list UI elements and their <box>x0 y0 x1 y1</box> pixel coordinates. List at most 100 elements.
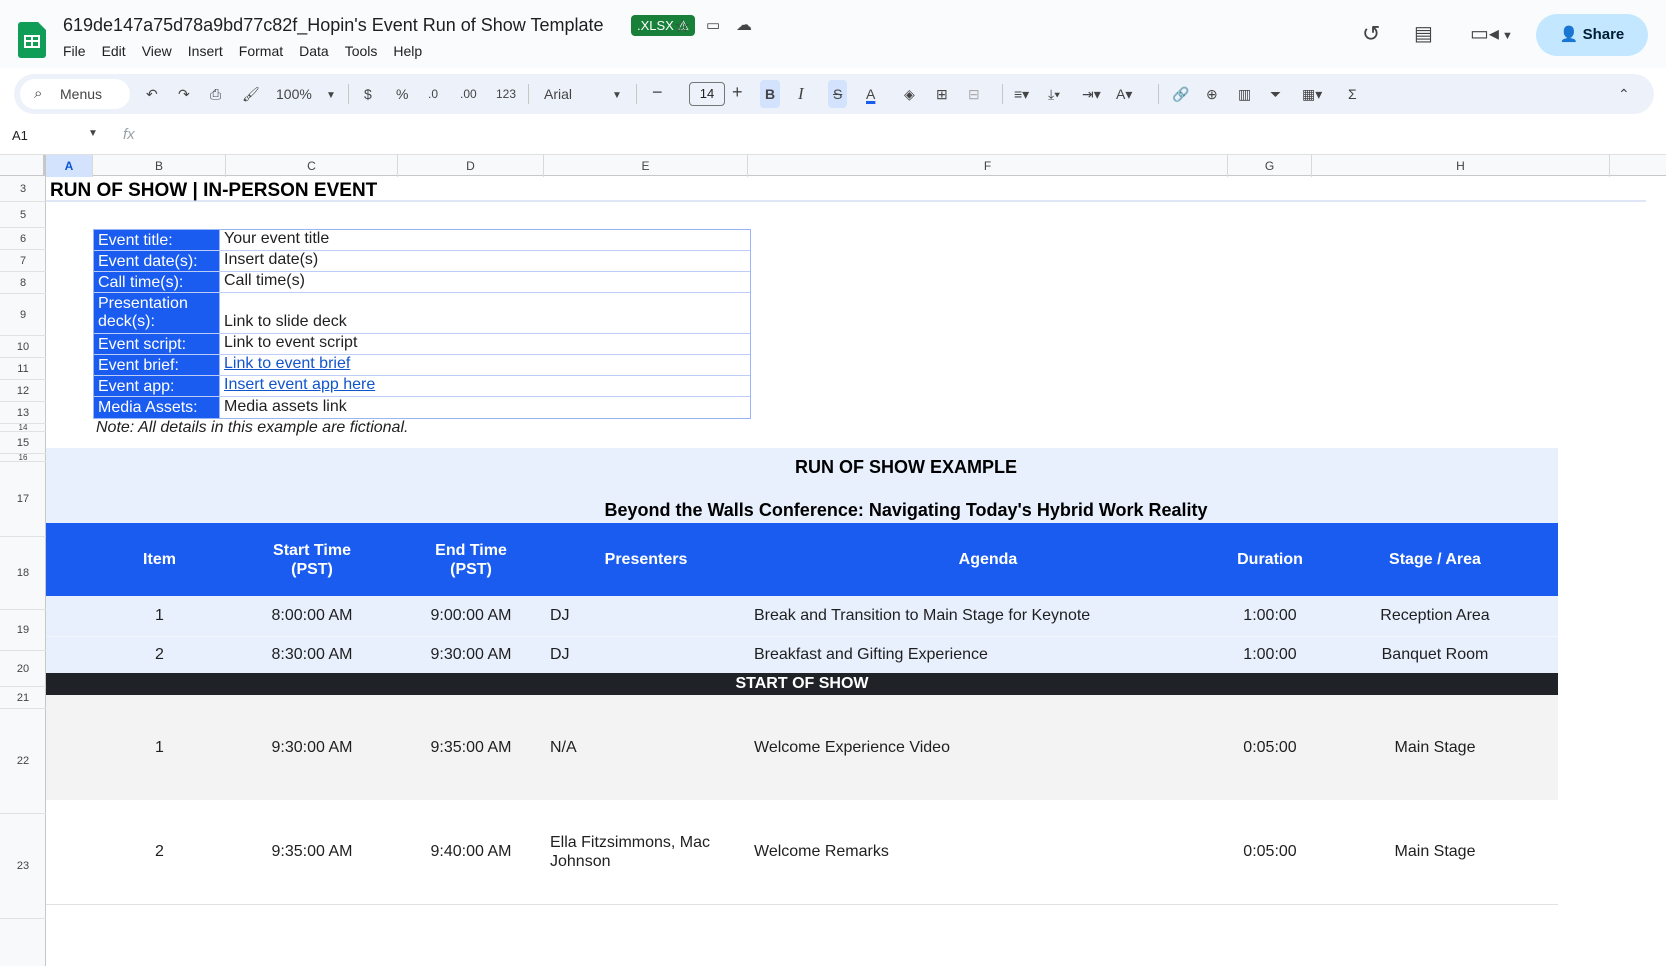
sheet-title[interactable]: RUN OF SHOW | IN-PERSON EVENT <box>50 180 377 202</box>
row-header[interactable]: 11 <box>0 358 46 380</box>
share-button[interactable]: 👤 Share <box>1536 14 1648 56</box>
cell-agenda[interactable]: Breakfast and Gifting Experience <box>748 637 1228 673</box>
zoom-select[interactable]: 100% <box>276 84 312 104</box>
cell-duration[interactable]: 0:05:00 <box>1228 695 1312 800</box>
cell-item[interactable]: 2 <box>93 800 226 904</box>
text-rotation-icon[interactable]: A▾ <box>1116 84 1132 104</box>
menu-view[interactable]: View <box>142 43 172 59</box>
decrease-decimal-button[interactable]: .0 <box>428 84 438 104</box>
column-header-e[interactable]: E <box>544 155 748 177</box>
info-value[interactable]: Your event title <box>219 230 750 250</box>
menu-format[interactable]: Format <box>239 43 283 59</box>
header-duration[interactable]: Duration <box>1228 523 1312 596</box>
header-agenda[interactable]: Agenda <box>748 523 1228 596</box>
cell-end-time[interactable]: 9:30:00 AM <box>398 637 544 673</box>
increase-decimal-button[interactable]: .00 <box>460 84 477 104</box>
header-start-time[interactable]: Start Time (PST) <box>226 523 398 596</box>
vertical-align-icon[interactable]: ⤓▾ <box>1048 84 1060 104</box>
cell-agenda[interactable]: Break and Transition to Main Stage for K… <box>748 596 1228 636</box>
row-header[interactable]: 16 <box>0 454 46 462</box>
row-header[interactable]: 13 <box>0 402 46 424</box>
row-header[interactable]: 15 <box>0 432 46 454</box>
info-value[interactable]: Call time(s) <box>219 272 750 292</box>
info-value[interactable]: Link to event script <box>219 334 750 354</box>
merge-cells-icon[interactable]: ⊟ <box>968 84 980 104</box>
functions-button[interactable]: Σ <box>1348 84 1357 104</box>
font-dropdown-icon[interactable]: ▼ <box>612 86 622 106</box>
event-app-link[interactable]: Insert event app here <box>219 376 750 396</box>
cell-duration[interactable]: 1:00:00 <box>1228 637 1312 673</box>
strikethrough-button[interactable]: S <box>828 80 848 108</box>
row-header[interactable]: 12 <box>0 380 46 402</box>
info-label[interactable]: Call time(s): <box>94 272 219 292</box>
cell-presenters[interactable]: N/A <box>544 695 748 800</box>
cell-item[interactable]: 1 <box>93 596 226 636</box>
collapse-toolbar-icon[interactable]: ⌃ <box>1618 84 1630 104</box>
select-all-corner[interactable] <box>0 155 46 177</box>
example-title[interactable]: RUN OF SHOW EXAMPLE <box>46 457 1666 478</box>
example-subtitle[interactable]: Beyond the Walls Conference: Navigating … <box>46 500 1666 521</box>
event-brief-link[interactable]: Link to event brief <box>219 355 750 375</box>
cell-presenters[interactable]: DJ <box>544 596 748 636</box>
text-color-button[interactable]: A <box>866 84 875 104</box>
cell-stage[interactable]: Reception Area <box>1312 596 1558 636</box>
row-header[interactable]: 5 <box>0 202 46 228</box>
column-header-c[interactable]: C <box>226 155 398 177</box>
meet-video-icon[interactable]: ▭◂ <box>1470 24 1499 44</box>
sheets-logo-icon[interactable] <box>18 22 46 58</box>
row-header[interactable]: 3 <box>0 176 46 202</box>
cell-agenda[interactable]: Welcome Remarks <box>748 800 1228 904</box>
column-header-b[interactable]: B <box>93 155 226 177</box>
insert-link-icon[interactable]: 🔗 <box>1172 84 1189 104</box>
info-label[interactable]: Event brief: <box>94 355 219 375</box>
italic-button[interactable]: I <box>798 84 804 104</box>
row-header[interactable]: 23 <box>0 814 46 919</box>
info-value[interactable]: Media assets link <box>219 397 750 418</box>
redo-icon[interactable]: ↷ <box>178 84 190 104</box>
star-icon[interactable]: ☆ <box>674 16 690 36</box>
cell-stage[interactable]: Main Stage <box>1312 695 1558 800</box>
info-value[interactable]: Insert date(s) <box>219 251 750 271</box>
cell-stage[interactable]: Main Stage <box>1312 800 1558 904</box>
column-header-h[interactable]: H <box>1312 155 1610 177</box>
menus-search-input[interactable]: ⌕ Menus <box>20 79 130 109</box>
cloud-status-icon[interactable]: ☁ <box>736 16 752 36</box>
zoom-dropdown-icon[interactable]: ▼ <box>326 86 336 106</box>
info-label[interactable]: Event script: <box>94 334 219 354</box>
row-header[interactable]: 7 <box>0 250 46 272</box>
row-header[interactable]: 18 <box>0 537 46 610</box>
cell-item[interactable]: 1 <box>93 695 226 800</box>
cell-start-time[interactable]: 8:30:00 AM <box>226 637 398 673</box>
row-header[interactable]: 20 <box>0 651 46 687</box>
undo-icon[interactable]: ↶ <box>146 84 158 104</box>
cell-end-time[interactable]: 9:40:00 AM <box>398 800 544 904</box>
document-title[interactable]: 619de147a75d78a9bd77c82f_Hopin's Event R… <box>63 15 604 36</box>
row-header[interactable]: 19 <box>0 610 46 651</box>
cell-presenters[interactable]: DJ <box>544 637 748 673</box>
bold-button[interactable]: B <box>760 80 781 108</box>
font-family-select[interactable]: Arial <box>544 84 572 104</box>
column-header-f[interactable]: F <box>748 155 1228 177</box>
header-stage-area[interactable]: Stage / Area <box>1312 523 1558 596</box>
cell-agenda[interactable]: Welcome Experience Video <box>748 695 1228 800</box>
menu-edit[interactable]: Edit <box>102 43 126 59</box>
info-label[interactable]: Event date(s): <box>94 251 219 271</box>
header-item[interactable]: Item <box>93 523 226 596</box>
cell-end-time[interactable]: 9:35:00 AM <box>398 695 544 800</box>
percent-format-button[interactable]: % <box>396 84 408 104</box>
borders-icon[interactable]: ⊞ <box>936 84 948 104</box>
filter-views-icon[interactable]: ▦▾ <box>1302 84 1322 104</box>
filter-icon[interactable]: ⏷ <box>1270 84 1281 104</box>
font-size-input[interactable]: 14 <box>689 82 725 106</box>
font-size-decrease-button[interactable]: − <box>652 82 663 102</box>
row-header[interactable]: 6 <box>0 228 46 250</box>
cell-duration[interactable]: 1:00:00 <box>1228 596 1312 636</box>
version-history-icon[interactable]: ↺ <box>1362 23 1380 45</box>
row-header[interactable]: 17 <box>0 462 46 537</box>
header-end-time[interactable]: End Time (PST) <box>398 523 544 596</box>
header-presenters[interactable]: Presenters <box>544 523 748 596</box>
menu-data[interactable]: Data <box>299 43 329 59</box>
row-header[interactable]: 21 <box>0 687 46 709</box>
row-header[interactable]: 14 <box>0 424 46 432</box>
print-icon[interactable]: ⎙ <box>210 84 221 104</box>
